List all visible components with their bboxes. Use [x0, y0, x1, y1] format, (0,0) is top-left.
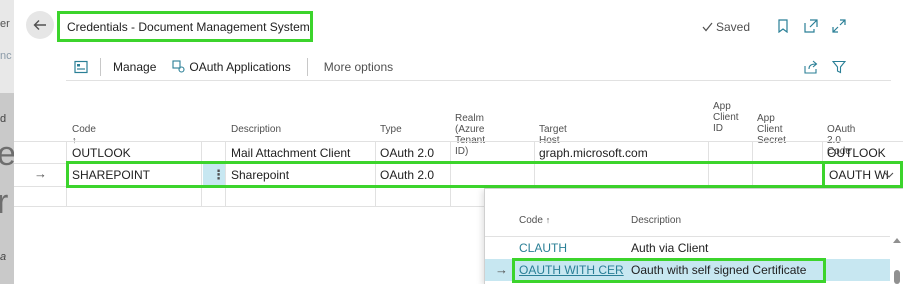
manage-button[interactable]: Manage	[113, 60, 156, 74]
lookup-header-code[interactable]: Code ↑	[519, 215, 550, 226]
cell-type[interactable]: OAuth 2.0	[380, 168, 434, 182]
row-actions-button[interactable]: ⋮	[203, 164, 225, 186]
expand-icon[interactable]	[832, 19, 846, 33]
scrollbar-thumb[interactable]	[894, 270, 900, 284]
credentials-page: Credentials - Document Management System…	[14, 0, 903, 284]
sort-ascending-icon: ↑	[72, 135, 77, 145]
oauth-applications-label: OAuth Applications	[189, 59, 291, 74]
back-button[interactable]	[26, 11, 54, 39]
current-row-arrow-icon: →	[34, 166, 47, 181]
action-bar: Manage OAuth Applications More options	[66, 53, 891, 81]
sort-ascending-icon: ↑	[545, 215, 551, 225]
column-header-target-host[interactable]: Target Host	[539, 124, 567, 146]
cell-code[interactable]: OUTLOOK	[72, 146, 131, 160]
grid-line	[375, 141, 376, 207]
grid-line	[225, 141, 226, 207]
grid-line	[708, 141, 709, 188]
manage-label: Manage	[113, 59, 157, 74]
cell-type[interactable]: OAuth 2.0	[380, 146, 434, 160]
background-text: er	[0, 18, 10, 30]
more-vertical-icon: ⋮	[212, 167, 225, 182]
cell-description[interactable]: Mail Attachment Client	[231, 146, 350, 160]
background-text: a	[0, 251, 7, 263]
filter-icon[interactable]	[832, 60, 846, 74]
oauth-code-dropdown[interactable]: OAUTH WI	[822, 161, 903, 188]
cell-description[interactable]: Sharepoint	[231, 168, 289, 182]
lookup-code[interactable]: CLAUTH	[519, 241, 567, 255]
checkmark-icon	[702, 22, 713, 32]
arrow-left-icon	[33, 20, 46, 30]
highlight-outline	[66, 161, 825, 188]
more-options-button[interactable]: More options	[324, 60, 393, 74]
page-title: Credentials - Document Management System	[57, 11, 313, 42]
list-view-icon[interactable]	[74, 60, 88, 74]
lookup-header-description[interactable]: Description	[631, 215, 681, 226]
grid-line	[14, 163, 903, 164]
separator	[100, 57, 101, 76]
page-title-text: Credentials - Document Management System	[67, 19, 310, 34]
open-new-window-icon[interactable]	[804, 19, 818, 33]
column-header-description[interactable]: Description	[231, 124, 281, 135]
background-text: nc	[0, 50, 12, 62]
column-header-type[interactable]: Type	[380, 124, 402, 135]
oauth-code-value: OAUTH WI	[829, 167, 889, 182]
grid-line	[14, 186, 903, 187]
saved-label: Saved	[716, 20, 751, 34]
more-options-label: More options	[323, 59, 394, 74]
oauth-applications-button[interactable]: OAuth Applications	[172, 59, 291, 74]
column-header-app-client-id[interactable]: App Client ID	[713, 101, 739, 134]
cell-code[interactable]: SHAREPOINT	[72, 168, 150, 182]
grid-line	[14, 141, 903, 142]
cell-target-host[interactable]: graph.microsoft.com	[539, 146, 648, 160]
grid-line	[201, 141, 202, 207]
bookmark-icon[interactable]	[776, 19, 790, 33]
share-icon[interactable]	[804, 60, 818, 74]
grid-line	[534, 141, 535, 188]
highlight-outline	[512, 258, 826, 283]
background-text: d	[0, 113, 7, 125]
grid-line	[450, 141, 451, 207]
column-header-code[interactable]: Code ↑	[72, 124, 96, 146]
lookup-row[interactable]: CLAUTH Auth via Client	[485, 237, 890, 259]
cell-oauth-code[interactable]: OUTLOOK	[827, 146, 886, 160]
chevron-down-icon	[884, 172, 894, 178]
lookup-description: Auth via Client	[631, 241, 709, 255]
saved-status: Saved	[702, 20, 750, 34]
grid-line	[752, 141, 753, 188]
scroll-up-icon[interactable]	[892, 236, 902, 244]
separator	[306, 57, 308, 76]
oauth-code-lookup: Code ↑ Description CLAUTH Auth via Clien…	[484, 188, 903, 284]
grid-line	[14, 206, 484, 207]
current-row-arrow-icon: →	[495, 262, 508, 277]
app-settings-icon	[172, 60, 185, 73]
grid-line	[66, 141, 67, 207]
background-text: r	[0, 183, 9, 221]
background-shade: d e r a	[0, 93, 16, 284]
column-header-realm[interactable]: Realm (Azure Tenant ID)	[455, 113, 485, 157]
